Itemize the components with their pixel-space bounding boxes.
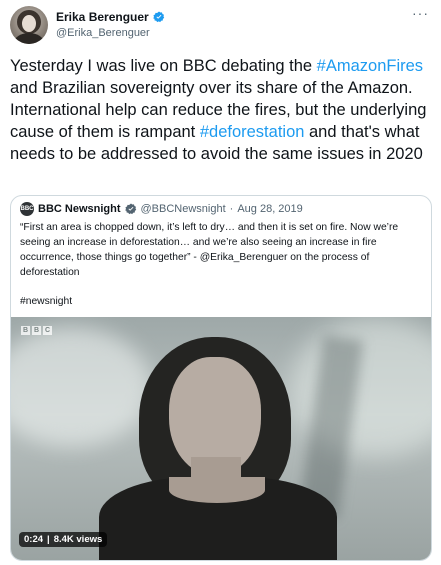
quote-avatar-logo: BBC: [20, 206, 34, 212]
quote-separator: ·: [229, 203, 234, 215]
author-name-line: Erika Berenguer: [56, 10, 165, 24]
more-options-icon[interactable]: ···: [412, 6, 429, 20]
bbc-logo: B B C: [21, 326, 52, 335]
video-view-count: 8.4K views: [53, 534, 103, 545]
video-player[interactable]: B B C 0:24 | 8.4K views: [11, 317, 431, 560]
bbc-logo-letter: B: [32, 326, 41, 335]
quote-date[interactable]: Aug 28, 2019: [237, 203, 302, 215]
video-background-light: [11, 327, 151, 447]
bbc-logo-letter: C: [43, 326, 52, 335]
author-handle[interactable]: @Erika_Berenguer: [56, 27, 150, 39]
avatar-shoulders: [14, 33, 44, 44]
hashtag-deforestation-link[interactable]: #deforestation: [200, 123, 305, 141]
quote-handle[interactable]: @BBCNewsnight: [141, 203, 226, 215]
avatar-face: [22, 15, 36, 32]
verified-badge-icon: [124, 203, 136, 215]
video-stats-separator: |: [47, 534, 50, 545]
author-display-name[interactable]: Erika Berenguer: [56, 10, 149, 24]
video-duration: 0:24: [24, 534, 44, 545]
video-stats-badge: 0:24 | 8.4K views: [19, 532, 108, 547]
tweet-header: Erika Berenguer @Erika_Berenguer ···: [0, 0, 441, 48]
verified-badge-icon: [152, 11, 164, 23]
quote-header: BBC BBC Newsnight @BBCNewsnight · Aug 28…: [20, 202, 303, 216]
bbc-logo-letter: B: [21, 326, 30, 335]
tweet-text: Yesterday I was live on BBC debating the…: [10, 55, 435, 165]
quote-text: “First an area is chopped down, it’s lef…: [20, 222, 399, 278]
quote-hashtag[interactable]: #newsnight: [20, 296, 72, 307]
hashtag-amazonfires-link[interactable]: #AmazonFires: [317, 57, 423, 75]
quote-display-name[interactable]: BBC Newsnight: [38, 203, 121, 215]
quote-author-avatar[interactable]: BBC: [20, 202, 34, 216]
quoted-tweet-card[interactable]: BBC BBC Newsnight @BBCNewsnight · Aug 28…: [10, 195, 432, 561]
author-avatar[interactable]: [10, 6, 48, 44]
tweet-text-part: Yesterday I was live on BBC debating the: [10, 57, 317, 75]
speaker-neckline: [169, 477, 265, 503]
